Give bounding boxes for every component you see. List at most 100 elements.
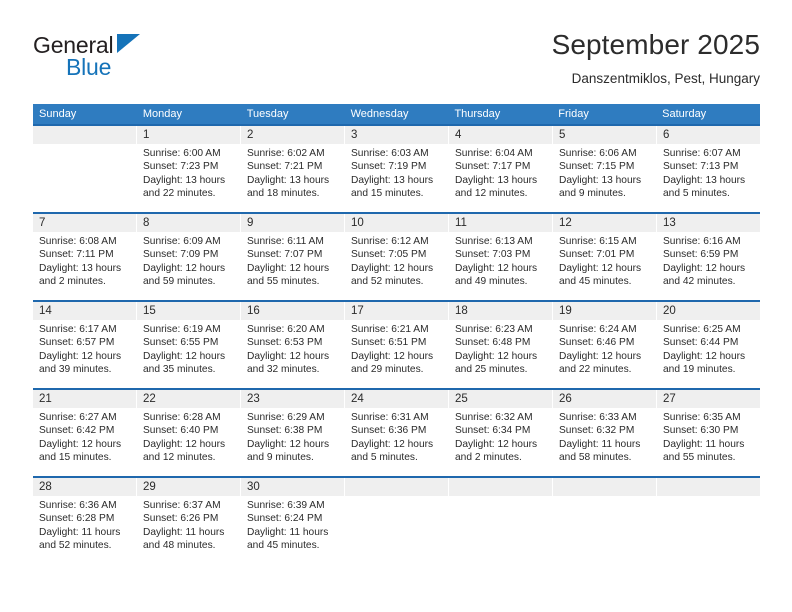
day-cell[interactable]: 6 Sunrise: 6:07 AM Sunset: 7:13 PM Dayli… xyxy=(657,126,760,212)
day-number: 2 xyxy=(241,126,344,144)
day-cell[interactable]: 16 Sunrise: 6:20 AM Sunset: 6:53 PM Dayl… xyxy=(241,302,345,388)
day-number: 29 xyxy=(137,478,240,496)
daylight-text-line2: and 58 minutes. xyxy=(559,452,632,464)
day-info xyxy=(553,496,656,499)
sunset-text: Sunset: 6:26 PM xyxy=(143,513,219,525)
day-cell[interactable]: 7 Sunrise: 6:08 AM Sunset: 7:11 PM Dayli… xyxy=(33,214,137,300)
daylight-text-line2: and 2 minutes. xyxy=(455,452,522,464)
daylight-text-line1: Daylight: 12 hours xyxy=(455,350,538,362)
day-info: Sunrise: 6:32 AM Sunset: 6:34 PM Dayligh… xyxy=(449,408,552,465)
day-cell[interactable]: 28 Sunrise: 6:36 AM Sunset: 6:28 PM Dayl… xyxy=(33,478,137,564)
day-cell[interactable]: 5 Sunrise: 6:06 AM Sunset: 7:15 PM Dayli… xyxy=(553,126,657,212)
day-info: Sunrise: 6:06 AM Sunset: 7:15 PM Dayligh… xyxy=(553,144,656,201)
weekday-tuesday: Tuesday xyxy=(246,108,289,120)
sunset-text: Sunset: 7:17 PM xyxy=(455,161,531,173)
day-cell[interactable]: 18 Sunrise: 6:23 AM Sunset: 6:48 PM Dayl… xyxy=(449,302,553,388)
day-cell[interactable]: 2 Sunrise: 6:02 AM Sunset: 7:21 PM Dayli… xyxy=(241,126,345,212)
day-cell[interactable]: 25 Sunrise: 6:32 AM Sunset: 6:34 PM Dayl… xyxy=(449,390,553,476)
day-cell[interactable]: 22 Sunrise: 6:28 AM Sunset: 6:40 PM Dayl… xyxy=(137,390,241,476)
day-cell[interactable]: 21 Sunrise: 6:27 AM Sunset: 6:42 PM Dayl… xyxy=(33,390,137,476)
day-info: Sunrise: 6:31 AM Sunset: 6:36 PM Dayligh… xyxy=(345,408,448,465)
daylight-text-line1: Daylight: 13 hours xyxy=(39,262,122,274)
triangle-icon xyxy=(117,34,140,53)
day-cell[interactable]: 24 Sunrise: 6:31 AM Sunset: 6:36 PM Dayl… xyxy=(345,390,449,476)
day-number: 17 xyxy=(345,302,448,320)
calendar-grid: Sunday Monday Tuesday Wednesday Thursday… xyxy=(33,104,760,564)
day-cell[interactable] xyxy=(553,478,657,564)
daylight-text-line1: Daylight: 13 hours xyxy=(663,174,746,186)
day-number xyxy=(553,478,656,496)
sunrise-text: Sunrise: 6:39 AM xyxy=(247,500,325,511)
daylight-text-line1: Daylight: 12 hours xyxy=(455,438,538,450)
daylight-text-line2: and 5 minutes. xyxy=(351,452,418,464)
sunrise-text: Sunrise: 6:29 AM xyxy=(247,412,325,423)
day-cell[interactable] xyxy=(33,126,137,212)
daylight-text-line1: Daylight: 12 hours xyxy=(351,262,434,274)
daylight-text-line2: and 9 minutes. xyxy=(247,452,314,464)
day-cell[interactable]: 27 Sunrise: 6:35 AM Sunset: 6:30 PM Dayl… xyxy=(657,390,760,476)
sunrise-text: Sunrise: 6:08 AM xyxy=(39,236,117,247)
daylight-text-line1: Daylight: 11 hours xyxy=(247,526,329,538)
sunset-text: Sunset: 6:24 PM xyxy=(247,513,323,525)
day-cell[interactable] xyxy=(345,478,449,564)
day-cell[interactable]: 3 Sunrise: 6:03 AM Sunset: 7:19 PM Dayli… xyxy=(345,126,449,212)
day-cell[interactable]: 20 Sunrise: 6:25 AM Sunset: 6:44 PM Dayl… xyxy=(657,302,760,388)
day-info xyxy=(657,496,760,499)
day-cell[interactable]: 10 Sunrise: 6:12 AM Sunset: 7:05 PM Dayl… xyxy=(345,214,449,300)
sunrise-text: Sunrise: 6:07 AM xyxy=(663,148,741,159)
day-number: 22 xyxy=(137,390,240,408)
sunrise-text: Sunrise: 6:02 AM xyxy=(247,148,325,159)
day-cell[interactable]: 17 Sunrise: 6:21 AM Sunset: 6:51 PM Dayl… xyxy=(345,302,449,388)
day-cell[interactable]: 1 Sunrise: 6:00 AM Sunset: 7:23 PM Dayli… xyxy=(137,126,241,212)
day-number: 24 xyxy=(345,390,448,408)
day-cell[interactable]: 23 Sunrise: 6:29 AM Sunset: 6:38 PM Dayl… xyxy=(241,390,345,476)
day-cell[interactable]: 13 Sunrise: 6:16 AM Sunset: 6:59 PM Dayl… xyxy=(657,214,760,300)
daylight-text-line2: and 25 minutes. xyxy=(455,364,528,376)
day-info: Sunrise: 6:29 AM Sunset: 6:38 PM Dayligh… xyxy=(241,408,344,465)
brand-logo[interactable]: General Blue xyxy=(33,32,233,88)
day-number xyxy=(345,478,448,496)
day-cell[interactable] xyxy=(449,478,553,564)
daylight-text-line2: and 48 minutes. xyxy=(143,540,216,552)
day-number: 5 xyxy=(553,126,656,144)
sunrise-text: Sunrise: 6:20 AM xyxy=(247,324,325,335)
sunrise-text: Sunrise: 6:12 AM xyxy=(351,236,429,247)
day-number: 10 xyxy=(345,214,448,232)
day-info: Sunrise: 6:19 AM Sunset: 6:55 PM Dayligh… xyxy=(137,320,240,377)
day-number: 11 xyxy=(449,214,552,232)
day-cell[interactable]: 14 Sunrise: 6:17 AM Sunset: 6:57 PM Dayl… xyxy=(33,302,137,388)
sunset-text: Sunset: 6:55 PM xyxy=(143,337,219,349)
day-number xyxy=(33,126,136,144)
day-number: 26 xyxy=(553,390,656,408)
day-number xyxy=(657,478,760,496)
sunrise-text: Sunrise: 6:27 AM xyxy=(39,412,117,423)
day-info xyxy=(345,496,448,499)
day-info: Sunrise: 6:33 AM Sunset: 6:32 PM Dayligh… xyxy=(553,408,656,465)
daylight-text-line2: and 55 minutes. xyxy=(663,452,736,464)
day-info: Sunrise: 6:21 AM Sunset: 6:51 PM Dayligh… xyxy=(345,320,448,377)
day-cell[interactable]: 19 Sunrise: 6:24 AM Sunset: 6:46 PM Dayl… xyxy=(553,302,657,388)
sunset-text: Sunset: 7:05 PM xyxy=(351,249,427,261)
day-cell[interactable]: 29 Sunrise: 6:37 AM Sunset: 6:26 PM Dayl… xyxy=(137,478,241,564)
day-info: Sunrise: 6:08 AM Sunset: 7:11 PM Dayligh… xyxy=(33,232,136,289)
sunrise-text: Sunrise: 6:11 AM xyxy=(247,236,324,247)
day-cell[interactable]: 11 Sunrise: 6:13 AM Sunset: 7:03 PM Dayl… xyxy=(449,214,553,300)
daylight-text-line2: and 22 minutes. xyxy=(559,364,632,376)
day-info: Sunrise: 6:28 AM Sunset: 6:40 PM Dayligh… xyxy=(137,408,240,465)
sunset-text: Sunset: 7:01 PM xyxy=(559,249,635,261)
day-cell[interactable]: 8 Sunrise: 6:09 AM Sunset: 7:09 PM Dayli… xyxy=(137,214,241,300)
day-info: Sunrise: 6:27 AM Sunset: 6:42 PM Dayligh… xyxy=(33,408,136,465)
day-cell[interactable]: 4 Sunrise: 6:04 AM Sunset: 7:17 PM Dayli… xyxy=(449,126,553,212)
day-number: 21 xyxy=(33,390,136,408)
sunrise-text: Sunrise: 6:19 AM xyxy=(143,324,221,335)
day-cell[interactable]: 26 Sunrise: 6:33 AM Sunset: 6:32 PM Dayl… xyxy=(553,390,657,476)
day-cell[interactable]: 9 Sunrise: 6:11 AM Sunset: 7:07 PM Dayli… xyxy=(241,214,345,300)
day-cell[interactable] xyxy=(657,478,760,564)
day-number: 25 xyxy=(449,390,552,408)
day-info: Sunrise: 6:00 AM Sunset: 7:23 PM Dayligh… xyxy=(137,144,240,201)
day-cell[interactable]: 12 Sunrise: 6:15 AM Sunset: 7:01 PM Dayl… xyxy=(553,214,657,300)
daylight-text-line1: Daylight: 13 hours xyxy=(559,174,642,186)
day-info: Sunrise: 6:13 AM Sunset: 7:03 PM Dayligh… xyxy=(449,232,552,289)
day-cell[interactable]: 15 Sunrise: 6:19 AM Sunset: 6:55 PM Dayl… xyxy=(137,302,241,388)
day-cell[interactable]: 30 Sunrise: 6:39 AM Sunset: 6:24 PM Dayl… xyxy=(241,478,345,564)
